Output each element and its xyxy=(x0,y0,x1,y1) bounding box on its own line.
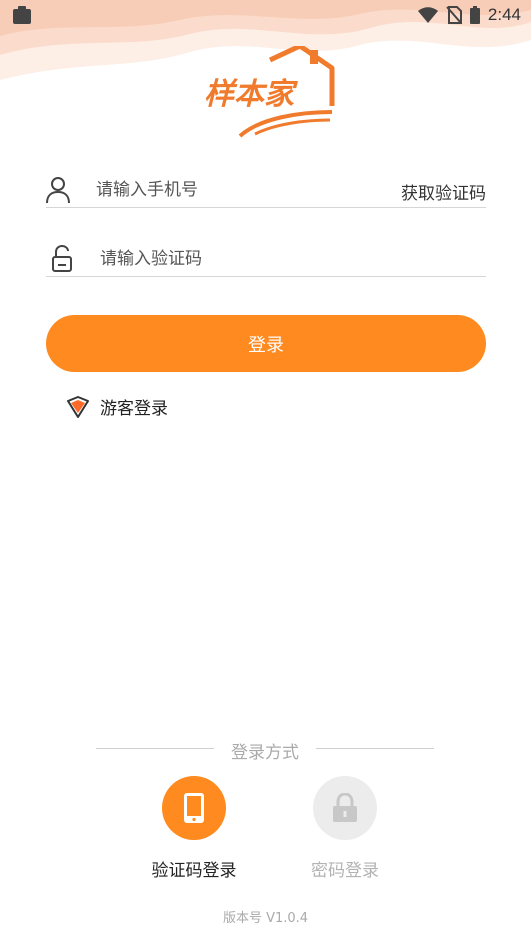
guest-login-label: 游客登录 xyxy=(100,399,168,419)
diamond-icon xyxy=(67,395,89,418)
wifi-icon xyxy=(417,7,438,23)
login-button[interactable]: 登录 xyxy=(46,315,486,372)
app-logo: 样本家 xyxy=(204,46,335,138)
version-text: 版本号 V1.0.4 xyxy=(222,911,309,926)
get-code-button[interactable]: 获取验证码 xyxy=(401,179,486,204)
status-indicators: 2:44 xyxy=(417,4,521,26)
code-field xyxy=(46,243,486,277)
clipboard-icon xyxy=(13,6,31,24)
divider-left xyxy=(96,748,214,749)
status-time: 2:44 xyxy=(487,5,521,24)
sms-login-circle xyxy=(162,776,226,840)
login-methods-title: 登录方式 xyxy=(231,743,299,763)
battery-icon xyxy=(469,6,480,24)
no-sim-icon xyxy=(446,6,462,24)
guest-login-button[interactable]: 游客登录 xyxy=(66,394,168,419)
phone-icon xyxy=(184,793,204,823)
phone-input[interactable] xyxy=(96,176,396,204)
divider-right xyxy=(316,748,434,749)
status-bar: 2:44 xyxy=(0,0,531,30)
password-login-label: 密码登录 xyxy=(311,861,379,881)
password-login-circle xyxy=(313,776,377,840)
user-icon xyxy=(46,177,70,204)
phone-field: 获取验证码 xyxy=(46,174,486,208)
sms-login-option[interactable]: 验证码登录 xyxy=(129,776,259,881)
password-login-option[interactable]: 密码登录 xyxy=(280,776,410,881)
unlock-icon xyxy=(52,245,72,272)
code-input[interactable] xyxy=(100,245,400,273)
sms-login-label: 验证码登录 xyxy=(151,861,237,881)
lock-icon xyxy=(333,793,357,822)
svg-text:样本家: 样本家 xyxy=(204,77,298,112)
